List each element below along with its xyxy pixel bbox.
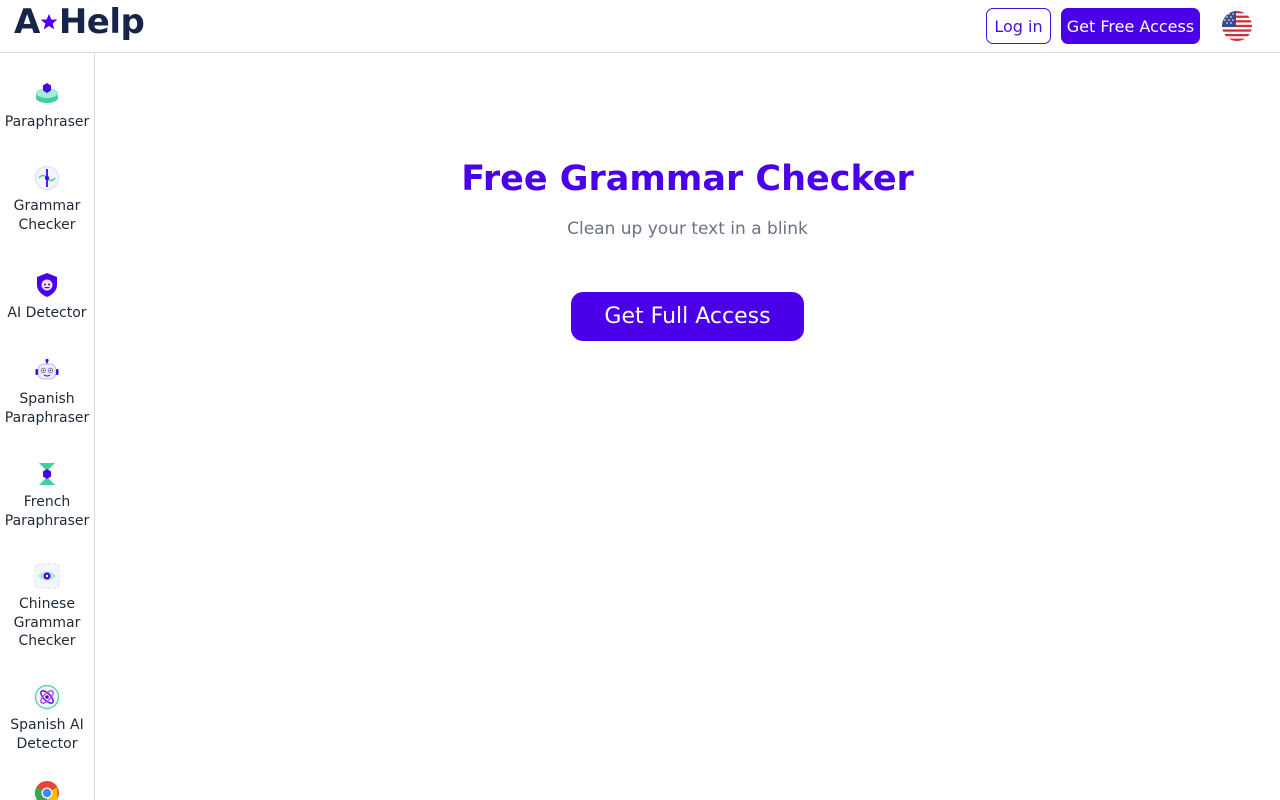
sidebar-item-label: Paraphraser (4, 114, 90, 130)
page-title: Free Grammar Checker (461, 159, 914, 199)
sidebar-item-label: Chinese Grammar Checker (13, 596, 81, 649)
page-subtitle: Clean up your text in a blink (567, 219, 808, 239)
ai-detector-icon (37, 273, 57, 297)
star-icon (40, 13, 58, 30)
sidebar-item-ai-detector[interactable]: AI Detector (0, 272, 94, 323)
paraphraser-icon (36, 83, 58, 103)
tools-sidebar: Paraphraser Grammar Checker AI Detector (0, 53, 95, 800)
login-button[interactable]: Log in (986, 8, 1051, 44)
eye-scan-icon (34, 563, 60, 589)
sidebar-item-spanish-paraphraser[interactable]: Spanish Paraphraser (0, 358, 94, 427)
sidebar-item-paraphraser[interactable]: Paraphraser (0, 81, 94, 132)
logo[interactable]: A Help (14, 2, 145, 42)
sidebar-item-french-paraphraser[interactable]: French Paraphraser (0, 461, 94, 530)
main-content: Free Grammar Checker Clean up your text … (95, 53, 1280, 800)
atom-icon (34, 684, 60, 710)
sidebar-item-label: AI Detector (7, 305, 87, 321)
hourglass-icon (39, 463, 55, 485)
sidebar-item-chrome-extension[interactable] (0, 780, 94, 800)
grammar-checker-icon (35, 166, 59, 190)
sidebar-item-label: French Paraphraser (4, 494, 90, 529)
us-flag-icon[interactable] (1222, 11, 1252, 41)
logo-text-a: A (14, 2, 40, 42)
sidebar-item-grammar-checker[interactable]: Grammar Checker (0, 165, 94, 234)
chrome-icon (34, 781, 59, 800)
sidebar-item-spanish-ai-detector[interactable]: Spanish AI Detector (0, 684, 94, 753)
logo-text-help: Help (58, 2, 145, 42)
sidebar-item-label: Grammar Checker (13, 198, 81, 233)
get-full-access-button[interactable]: Get Full Access (571, 292, 804, 341)
sidebar-item-label: Spanish AI Detector (10, 717, 84, 752)
sidebar-item-chinese-grammar-checker[interactable]: Chinese Grammar Checker (0, 563, 94, 651)
top-header: A Help Log in Get Free Access (0, 0, 1280, 53)
sidebar-item-label: Spanish Paraphraser (4, 391, 90, 426)
robot-icon (35, 358, 59, 380)
get-free-access-button[interactable]: Get Free Access (1061, 8, 1200, 44)
